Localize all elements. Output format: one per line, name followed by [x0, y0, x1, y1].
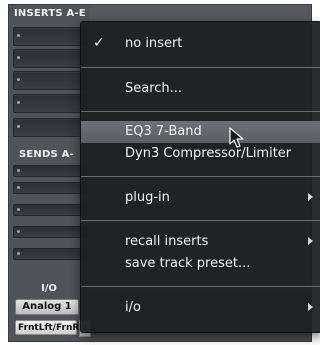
insert-popup-menu: ✓ no insert Search... EQ3 7-Band Dyn3 Co… — [80, 21, 320, 333]
output-selector-button[interactable]: FrntLft/FrnR — [15, 320, 79, 335]
menu-separator — [81, 286, 320, 287]
submenu-arrow-icon — [308, 193, 313, 201]
inserts-header: INSERTS A-E — [14, 8, 86, 19]
insert-slot-a[interactable] — [13, 27, 87, 46]
slot-dot-icon — [17, 230, 20, 233]
menu-item-dyn3-compressor-limiter[interactable]: Dyn3 Compressor/Limiter — [81, 143, 320, 165]
slot-dot-icon — [17, 56, 20, 59]
menu-item-label: Dyn3 Compressor/Limiter — [125, 146, 292, 161]
send-slot-d[interactable] — [13, 226, 87, 238]
send-slot-c[interactable] — [13, 204, 87, 216]
menu-item-label: plug-in — [125, 190, 170, 205]
menu-separator — [81, 220, 320, 221]
slot-dot-icon — [17, 78, 20, 81]
arrow-pointer-icon — [229, 127, 244, 148]
slot-dot-icon — [17, 252, 20, 255]
menu-item-label: recall inserts — [125, 234, 209, 249]
insert-slot-d[interactable] — [13, 94, 87, 113]
menu-separator — [81, 111, 320, 112]
menu-item-recall-inserts[interactable]: recall inserts — [81, 231, 320, 253]
menu-item-plug-in[interactable]: plug-in — [81, 187, 320, 209]
submenu-arrow-icon — [308, 237, 313, 245]
slot-dot-icon — [17, 208, 20, 211]
menu-item-eq3-7-band[interactable]: EQ3 7-Band — [81, 121, 320, 143]
slot-dot-icon — [17, 101, 20, 104]
menu-item-label: i/o — [125, 300, 141, 315]
slot-dot-icon — [17, 186, 20, 189]
send-slot-b[interactable] — [13, 182, 87, 194]
submenu-arrow-icon — [308, 303, 313, 311]
menu-separator — [81, 176, 320, 177]
menu-item-search[interactable]: Search... — [81, 78, 320, 100]
menu-separator — [81, 67, 320, 68]
checkmark-icon: ✓ — [93, 35, 105, 51]
insert-slot-b[interactable] — [13, 49, 87, 68]
send-slot-a[interactable] — [13, 165, 87, 177]
slot-dot-icon — [17, 169, 20, 172]
send-slot-e[interactable] — [13, 248, 87, 260]
menu-item-label: save track preset... — [125, 256, 251, 271]
insert-slot-e[interactable] — [13, 118, 87, 137]
input-selector-button[interactable]: Analog 1 — [15, 299, 79, 315]
insert-slot-c[interactable] — [13, 71, 87, 90]
menu-item-save-track-preset[interactable]: save track preset... — [81, 253, 320, 275]
sends-header: SENDS A- — [19, 149, 74, 160]
menu-item-io[interactable]: i/o — [81, 297, 320, 319]
menu-item-no-insert[interactable]: ✓ no insert — [81, 33, 320, 55]
menu-item-label: Search... — [125, 81, 183, 96]
io-header: I/O — [41, 283, 57, 294]
slot-dot-icon — [17, 125, 20, 128]
slot-dot-icon — [17, 34, 20, 37]
menu-item-label: EQ3 7-Band — [125, 124, 202, 139]
menu-item-label: no insert — [125, 36, 183, 51]
